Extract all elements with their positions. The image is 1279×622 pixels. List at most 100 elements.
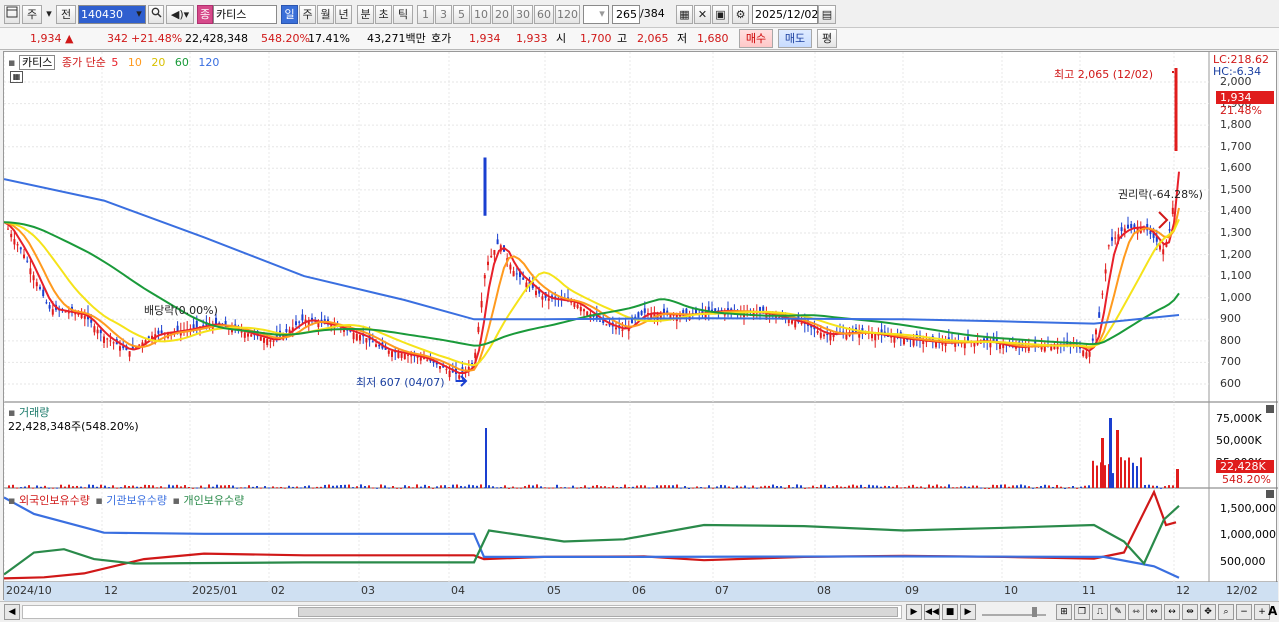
zoom-out-icon[interactable]: − — [1236, 604, 1252, 620]
volume-bar — [936, 484, 938, 488]
candle-body — [375, 344, 377, 347]
volume-bar — [780, 486, 782, 488]
volume-bar — [204, 487, 206, 489]
expand-icon[interactable]: ↔ — [1164, 604, 1180, 620]
period-tick-button[interactable]: 틱 — [393, 5, 413, 24]
layout-icon[interactable] — [4, 5, 20, 24]
volume-bar — [800, 485, 802, 488]
candle-body — [547, 298, 550, 301]
volume-bar — [300, 487, 302, 489]
zoom-icon[interactable]: ⌕ — [1218, 604, 1234, 620]
interval-dropdown-icon[interactable]: ▾ — [596, 5, 608, 24]
volume-bar — [380, 484, 382, 488]
play-icon[interactable]: ▶ — [960, 604, 976, 620]
scroll-right-icon[interactable]: ▶ — [906, 604, 922, 620]
pane-close-icon[interactable] — [1266, 405, 1274, 413]
candle-body — [45, 302, 48, 304]
stop-icon[interactable]: ■ — [942, 604, 958, 620]
chart-scrollbar[interactable]: ◀ ▶ ◀◀ ■ ▶ ⊞ ❐ ⎍ ✎ ⇿ ⇔ ↔ ⇹ ✥ ⌕ − + A — [0, 601, 1279, 621]
volume-bar — [576, 487, 578, 489]
candle-body — [42, 289, 45, 296]
volume-bar — [904, 487, 906, 489]
interval-120-button[interactable]: 120 — [555, 5, 580, 24]
candle-body — [515, 273, 518, 275]
volume-bar — [868, 484, 870, 488]
layout-split-icon[interactable]: ⊞ — [1056, 604, 1072, 620]
volume-bar — [1164, 486, 1166, 488]
candle-body — [1104, 269, 1107, 274]
candle-body — [787, 319, 790, 323]
interval-60-button[interactable]: 60 — [534, 5, 554, 24]
interval-10-button[interactable]: 10 — [471, 5, 491, 24]
chart-area[interactable]: ▪ 카티스 종가 단순 5 10 20 60 120 ▦ 최고 2,065 (1… — [3, 51, 1278, 601]
price-tick: 700 — [1220, 355, 1241, 369]
volume-bar — [592, 485, 594, 488]
speaker-icon[interactable]: ◀)▾ — [166, 5, 194, 24]
price-change: 342 — [107, 32, 128, 45]
gear-icon[interactable]: ⚙ — [732, 5, 749, 24]
interval-5-button[interactable]: 5 — [453, 5, 470, 24]
crosshair-icon[interactable]: ✕ — [694, 5, 711, 24]
eval-button[interactable]: 평 — [817, 29, 837, 48]
interval-30-button[interactable]: 30 — [513, 5, 533, 24]
price-tick: 1,300 — [1220, 226, 1252, 239]
candle-body — [147, 336, 150, 338]
volume-bar — [896, 485, 898, 488]
candle-body — [83, 315, 86, 319]
chart-canvas[interactable] — [4, 52, 1278, 601]
volume-bar — [700, 487, 702, 489]
draw-icon[interactable]: ✎ — [1110, 604, 1126, 620]
volume-bar — [508, 487, 510, 489]
window-icon[interactable]: ❐ — [1074, 604, 1090, 620]
rewind-icon[interactable]: ◀◀ — [924, 604, 940, 620]
candle-body — [112, 342, 115, 344]
volume-bar — [640, 485, 642, 488]
sell-button[interactable]: 매도 — [778, 29, 812, 48]
interval-1-button[interactable]: 1 — [417, 5, 434, 24]
fit-icon[interactable]: ⇿ — [1128, 604, 1144, 620]
interval-3-button[interactable]: 3 — [435, 5, 452, 24]
period-unit-button[interactable]: 주 — [22, 5, 42, 24]
table-icon[interactable]: ▦ — [10, 71, 23, 83]
candle-body — [599, 320, 601, 322]
candle-body — [483, 275, 486, 279]
volume-bar — [708, 485, 710, 488]
buy-button[interactable]: 매수 — [739, 29, 773, 48]
speed-slider[interactable] — [980, 605, 1050, 619]
period-year-button[interactable]: 년 — [335, 5, 352, 24]
date-input[interactable]: 2025/12/02 — [752, 5, 818, 24]
price-tick: 1,600 — [1220, 161, 1252, 175]
interval-20-button[interactable]: 20 — [492, 5, 512, 24]
volume-bar — [276, 487, 278, 489]
period-unit-dropdown-icon[interactable]: ▾ — [44, 5, 54, 24]
prev-button[interactable]: 전 — [56, 5, 76, 24]
save-icon[interactable]: ▣ — [712, 5, 729, 24]
period-second-button[interactable]: 초 — [375, 5, 392, 24]
candle-icon[interactable]: ⎍ — [1092, 604, 1108, 620]
scroll-left-icon[interactable]: ◀ — [4, 604, 20, 620]
scroll-track[interactable] — [22, 605, 902, 619]
code-dropdown-icon[interactable]: ▾ — [132, 5, 146, 24]
stock-name-field[interactable]: 카티스 — [213, 5, 277, 24]
search-icon[interactable] — [148, 5, 164, 24]
period-week-button[interactable]: 주 — [299, 5, 316, 24]
pane-close-icon[interactable] — [1266, 490, 1274, 498]
volume-bar — [468, 484, 470, 488]
grid-icon[interactable]: ▦ — [676, 5, 693, 24]
pan-icon[interactable]: ✥ — [1200, 604, 1216, 620]
scroll-thumb[interactable] — [298, 607, 898, 617]
period-month-button[interactable]: 월 — [317, 5, 334, 24]
volume-bar — [1028, 486, 1030, 488]
compress-icon[interactable]: ⇔ — [1146, 604, 1162, 620]
font-size-icon[interactable]: A — [1268, 604, 1277, 618]
volume-bar — [876, 485, 878, 488]
stock-tab[interactable]: 카티스 — [18, 55, 56, 70]
volume-bar — [608, 487, 610, 489]
period-day-button[interactable]: 일 — [281, 5, 298, 24]
shrink-icon[interactable]: ⇹ — [1182, 604, 1198, 620]
calendar-icon[interactable]: ▤ — [818, 5, 836, 24]
data-count-input[interactable]: 265 — [612, 5, 640, 24]
volume-bar — [72, 486, 74, 488]
period-minute-button[interactable]: 분 — [357, 5, 374, 24]
volume-spike — [1101, 438, 1104, 488]
